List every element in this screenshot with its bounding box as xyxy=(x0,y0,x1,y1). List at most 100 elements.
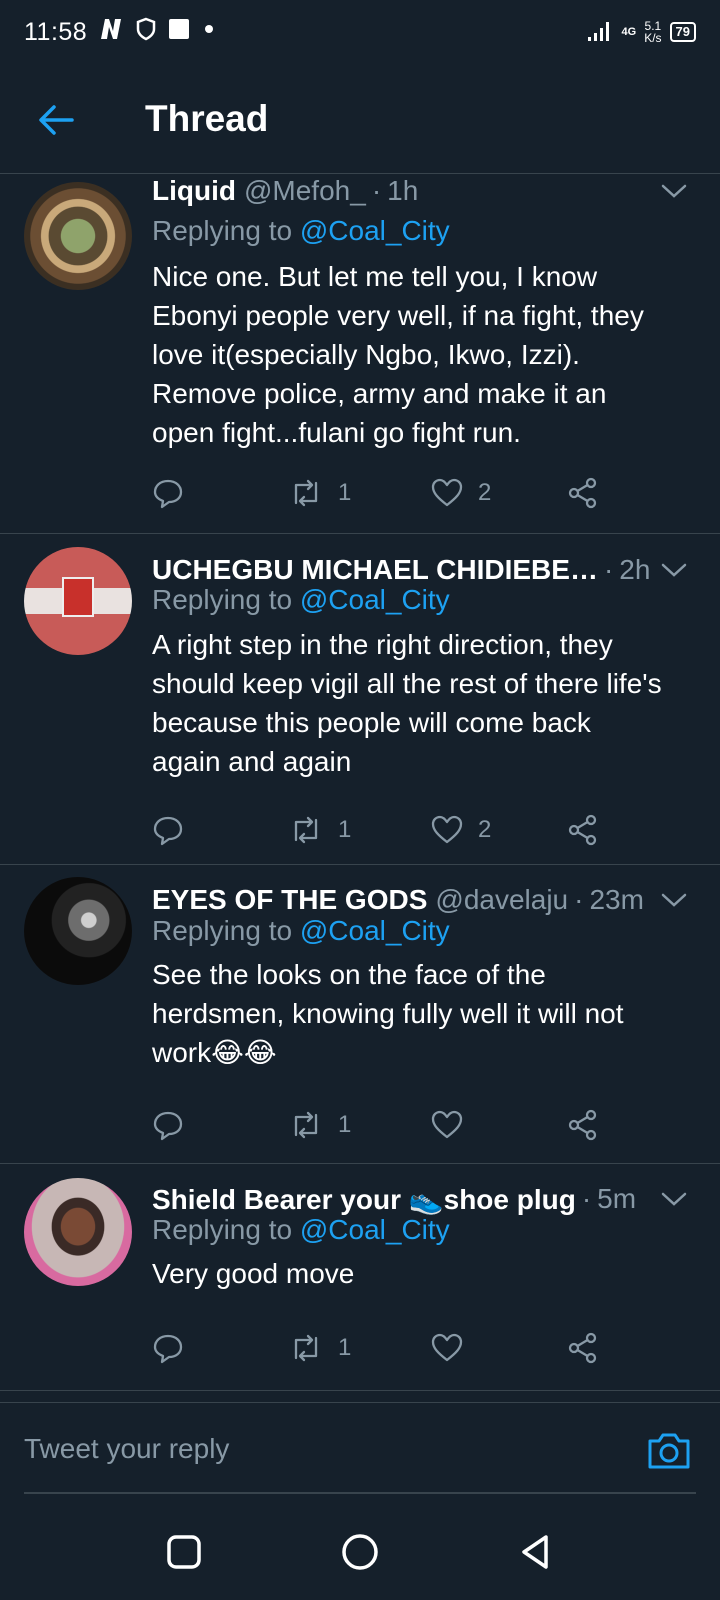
avatar[interactable] xyxy=(24,182,132,290)
tweet-actions: 1 xyxy=(152,1328,622,1368)
author-name[interactable]: EYES OF THE GODS xyxy=(152,884,427,916)
replying-to: Replying to @Coal_City xyxy=(152,1214,450,1246)
tweet-text-line: open fight...fulani go fight run. xyxy=(152,417,521,448)
retweet-button[interactable]: 1 xyxy=(288,810,351,850)
mention-link[interactable]: @Coal_City xyxy=(300,915,450,946)
tweet[interactable]: Shield Bearer your 👟shoe plug · 5m Reply… xyxy=(0,1164,720,1391)
reply-underline xyxy=(24,1492,696,1494)
tweet-actions: 1 xyxy=(152,1105,622,1145)
tweet-actions: 1 2 xyxy=(152,473,622,513)
status-bar: 11:58 4G 5.1 K/s 79 xyxy=(0,0,720,64)
status-time: 11:58 xyxy=(24,17,88,46)
tweet-text-line: again and again xyxy=(152,746,352,777)
chevron-down-icon[interactable] xyxy=(658,175,690,207)
chevron-down-icon[interactable] xyxy=(658,554,690,586)
avatar[interactable] xyxy=(24,547,132,655)
reply-button[interactable] xyxy=(152,1328,184,1368)
back-nav-button[interactable] xyxy=(516,1532,556,1572)
tweet-text-line: See the looks on the face of the xyxy=(152,959,546,990)
tweet-text-line: work😂😂 xyxy=(152,1037,277,1068)
chevron-down-icon[interactable] xyxy=(658,884,690,916)
heart-icon xyxy=(431,478,463,507)
replying-to: Replying to @Coal_City xyxy=(152,584,450,616)
mention-link[interactable]: @Coal_City xyxy=(300,584,450,615)
separator-dot: · xyxy=(371,175,382,206)
author-name[interactable]: Shield Bearer your 👟shoe plug xyxy=(152,1183,576,1216)
tweet-text-line: Remove police, army and make it an xyxy=(152,378,607,409)
tweet-text-line: Very good move xyxy=(152,1258,355,1289)
share-button[interactable] xyxy=(566,810,600,850)
like-button[interactable]: 2 xyxy=(430,473,491,513)
notification-n-icon xyxy=(97,17,125,48)
home-button[interactable] xyxy=(340,1532,380,1572)
mention-link[interactable]: @Coal_City xyxy=(300,1214,450,1245)
mention-link[interactable]: @Coal_City xyxy=(300,215,450,246)
tweet[interactable]: EYES OF THE GODS @davelaju · 23m Replyin… xyxy=(0,865,720,1164)
reply-button[interactable] xyxy=(152,810,184,850)
tweet-text: Very good move xyxy=(152,1254,696,1293)
circle-home-icon xyxy=(342,1534,378,1570)
author-handle[interactable]: @davelaju xyxy=(435,884,568,916)
share-icon xyxy=(568,477,597,509)
chevron-down-icon[interactable] xyxy=(658,1183,690,1215)
tweet[interactable]: Liquid @Mefoh_ · 1h Replying to @Coal_Ci… xyxy=(0,175,720,534)
reply-icon xyxy=(153,1111,183,1141)
tweet-header: EYES OF THE GODS @davelaju · 23m xyxy=(152,880,690,920)
tweet-text-line: Nice one. But let me tell you, I know xyxy=(152,261,598,292)
avatar[interactable] xyxy=(24,1178,132,1286)
like-button[interactable]: 2 xyxy=(430,810,491,850)
tweet[interactable]: UCHEGBU MICHAEL CHIDIEBE… · 2h Replying … xyxy=(0,534,720,865)
arrow-left-icon xyxy=(39,105,74,135)
tweet-text-line: herdsmen, knowing fully well it will not xyxy=(152,998,624,1029)
tweet-header: Shield Bearer your 👟shoe plug · 5m xyxy=(152,1179,690,1219)
replying-prefix: Replying to xyxy=(152,1214,293,1245)
retweet-button[interactable]: 1 xyxy=(288,1328,351,1368)
retweet-button[interactable]: 1 xyxy=(288,473,351,513)
recents-button[interactable] xyxy=(164,1532,204,1572)
camera-button[interactable] xyxy=(646,1427,692,1473)
reply-icon xyxy=(153,816,183,846)
back-button[interactable] xyxy=(36,100,76,140)
like-count: 2 xyxy=(478,479,492,506)
reply-button[interactable] xyxy=(152,473,184,513)
share-button[interactable] xyxy=(566,1105,600,1145)
share-button[interactable] xyxy=(566,473,600,513)
author-name[interactable]: Liquid xyxy=(152,175,236,207)
triangle-back-icon xyxy=(522,1535,548,1569)
camera-icon xyxy=(648,1433,690,1469)
tweet-time: 23m xyxy=(589,884,644,915)
heart-icon xyxy=(431,1333,463,1362)
tweet-header: Liquid @Mefoh_ · 1h xyxy=(152,171,690,211)
tweet-time: 2h xyxy=(619,554,651,585)
tweet-text: A right step in the right direction, the… xyxy=(152,625,696,781)
share-icon xyxy=(568,1332,597,1364)
net-speed: 5.1 K/s xyxy=(644,20,661,44)
retweet-count: 1 xyxy=(338,1334,352,1361)
replying-prefix: Replying to xyxy=(152,915,293,946)
share-button[interactable] xyxy=(566,1328,600,1368)
thread-header: Thread xyxy=(0,64,720,174)
retweet-icon xyxy=(294,1334,318,1362)
tweet-text-line: love it(especially Ngbo, Ikwo, Izzi). xyxy=(152,339,580,370)
tweet-text-line: because this people will come back xyxy=(152,707,591,738)
page-title: Thread xyxy=(145,98,269,139)
author-name[interactable]: UCHEGBU MICHAEL CHIDIEBE… xyxy=(152,554,598,586)
like-button[interactable] xyxy=(430,1328,478,1368)
separator-dot: · xyxy=(581,1183,592,1214)
avatar[interactable] xyxy=(24,877,132,985)
tweet-time: 5m xyxy=(597,1183,637,1214)
reply-composer: Tweet your reply xyxy=(0,1402,720,1502)
tweet-text: See the looks on the face of the herdsme… xyxy=(152,955,696,1072)
heart-icon xyxy=(431,815,463,844)
reply-icon xyxy=(153,479,183,509)
reply-input[interactable]: Tweet your reply xyxy=(24,1433,584,1465)
system-nav-bar xyxy=(0,1502,720,1600)
square-recents-icon xyxy=(167,1535,201,1569)
network-4g-label: 4G xyxy=(621,26,637,38)
author-handle[interactable]: @Mefoh_ xyxy=(244,175,366,207)
tweet-time: 1h xyxy=(387,175,419,206)
retweet-count: 1 xyxy=(338,816,352,843)
retweet-button[interactable]: 1 xyxy=(288,1105,351,1145)
reply-button[interactable] xyxy=(152,1105,184,1145)
like-button[interactable] xyxy=(430,1105,478,1145)
